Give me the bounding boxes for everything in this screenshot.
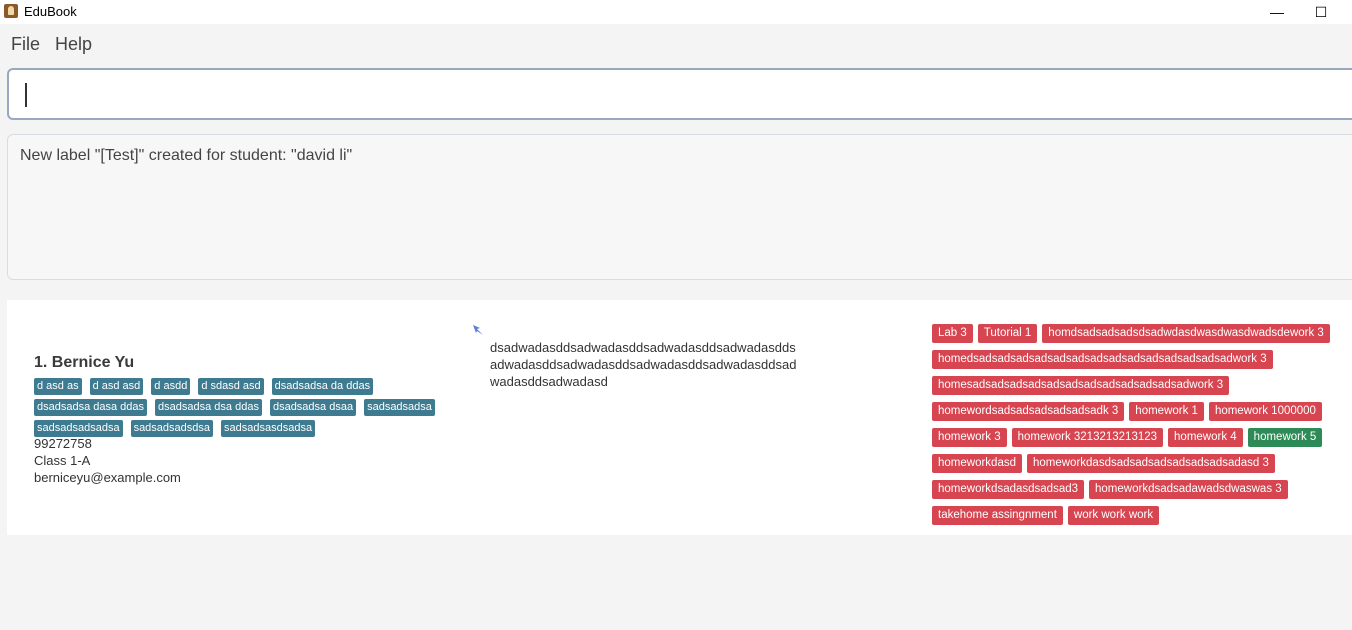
student-tag: d asd asd	[89, 378, 144, 395]
assignment-label: homework 1000000	[1208, 402, 1322, 421]
maximize-icon: ☐	[1314, 4, 1328, 20]
command-input[interactable]	[31, 78, 1335, 114]
student-tag: sadsadsadsdsa	[130, 420, 214, 437]
student-phone: 99272758	[34, 436, 92, 451]
student-tag: d sdasd asd	[198, 378, 264, 395]
assignment-label: homework 5	[1247, 428, 1323, 447]
pin-icon	[473, 325, 483, 335]
menu-help[interactable]: Help	[55, 34, 92, 55]
result-display: New label "[Test]" created for student: …	[7, 134, 1352, 280]
student-name: 1. Bernice Yu	[34, 354, 135, 371]
menu-bar: File Help	[0, 28, 1352, 62]
minimize-button[interactable]: —	[1266, 0, 1288, 24]
label-list: Lab 3 Tutorial 1 homdsadsadsadsdsadwdasdwa…	[932, 323, 1352, 531]
student-tag: d asd as	[34, 378, 82, 395]
assignment-label: homeworkdasdsadsadsadsadsadsadsadasd 3	[1026, 454, 1275, 473]
assignment-label: work work work	[1067, 506, 1160, 525]
minimize-icon: —	[1270, 4, 1284, 20]
student-tag: sadsadsadsa	[364, 399, 435, 416]
student-tag: dsadsadsa dsa ddas	[155, 399, 262, 416]
student-tag: sadsadsasdsadsa	[221, 420, 316, 437]
student-tag: dsadsadsa dsaa	[269, 399, 357, 416]
window-title: EduBook	[24, 4, 77, 19]
assignment-label: homework 4	[1168, 428, 1243, 447]
student-email: berniceyu@example.com	[34, 470, 181, 485]
command-box[interactable]	[7, 68, 1352, 120]
title-bar: EduBook — ☐	[0, 0, 1352, 24]
assignment-label: Lab 3	[932, 324, 973, 343]
assignment-label: homedsadsadsadsadsadsadsadsadsadsadsadsa…	[932, 350, 1273, 369]
assignment-label: Tutorial 1	[977, 324, 1038, 343]
assignment-label: homework 1	[1129, 402, 1204, 421]
assignment-label: homeworkdasd	[932, 454, 1022, 473]
assignment-label: homework 3213213213123	[1011, 428, 1164, 447]
student-tag: dsadsadsa dasa ddas	[34, 399, 148, 416]
assignment-label: homdsadsadsadsdsadwdasdwasdwasdwadsdewor…	[1042, 324, 1330, 343]
assignment-label: takehome assingnment	[932, 506, 1063, 525]
student-tag: dsadsadsa da ddas	[271, 378, 374, 395]
assignment-label: homeworkdsadsadawadsdwaswas 3	[1089, 480, 1288, 499]
assignment-label: homework 3	[932, 428, 1007, 447]
student-tag: sadsadsadsadsa	[34, 420, 123, 437]
menu-file[interactable]: File	[11, 34, 40, 55]
assignment-label: homewordsadsadsadsadsadsadk 3	[932, 402, 1125, 421]
maximize-button[interactable]: ☐	[1310, 0, 1332, 24]
assignment-label: homeworkdsadasdsadsad3	[932, 480, 1085, 499]
student-tag: d asdd	[151, 378, 191, 395]
student-class: Class 1-A	[34, 453, 91, 468]
student-list-panel[interactable]: 1. Bernice Yu d asd as d asd asd d asdd d s…	[7, 300, 1352, 535]
app-icon	[4, 4, 18, 18]
assignment-label: homesadsadsadsadsadsadsadsadsadsadsadsad…	[932, 376, 1230, 395]
text-caret	[25, 83, 27, 107]
result-message: New label "[Test]" created for student: …	[20, 147, 353, 164]
student-notes: dsadwadasddsadwadasddsadwadasddsadwadasd…	[490, 340, 797, 389]
